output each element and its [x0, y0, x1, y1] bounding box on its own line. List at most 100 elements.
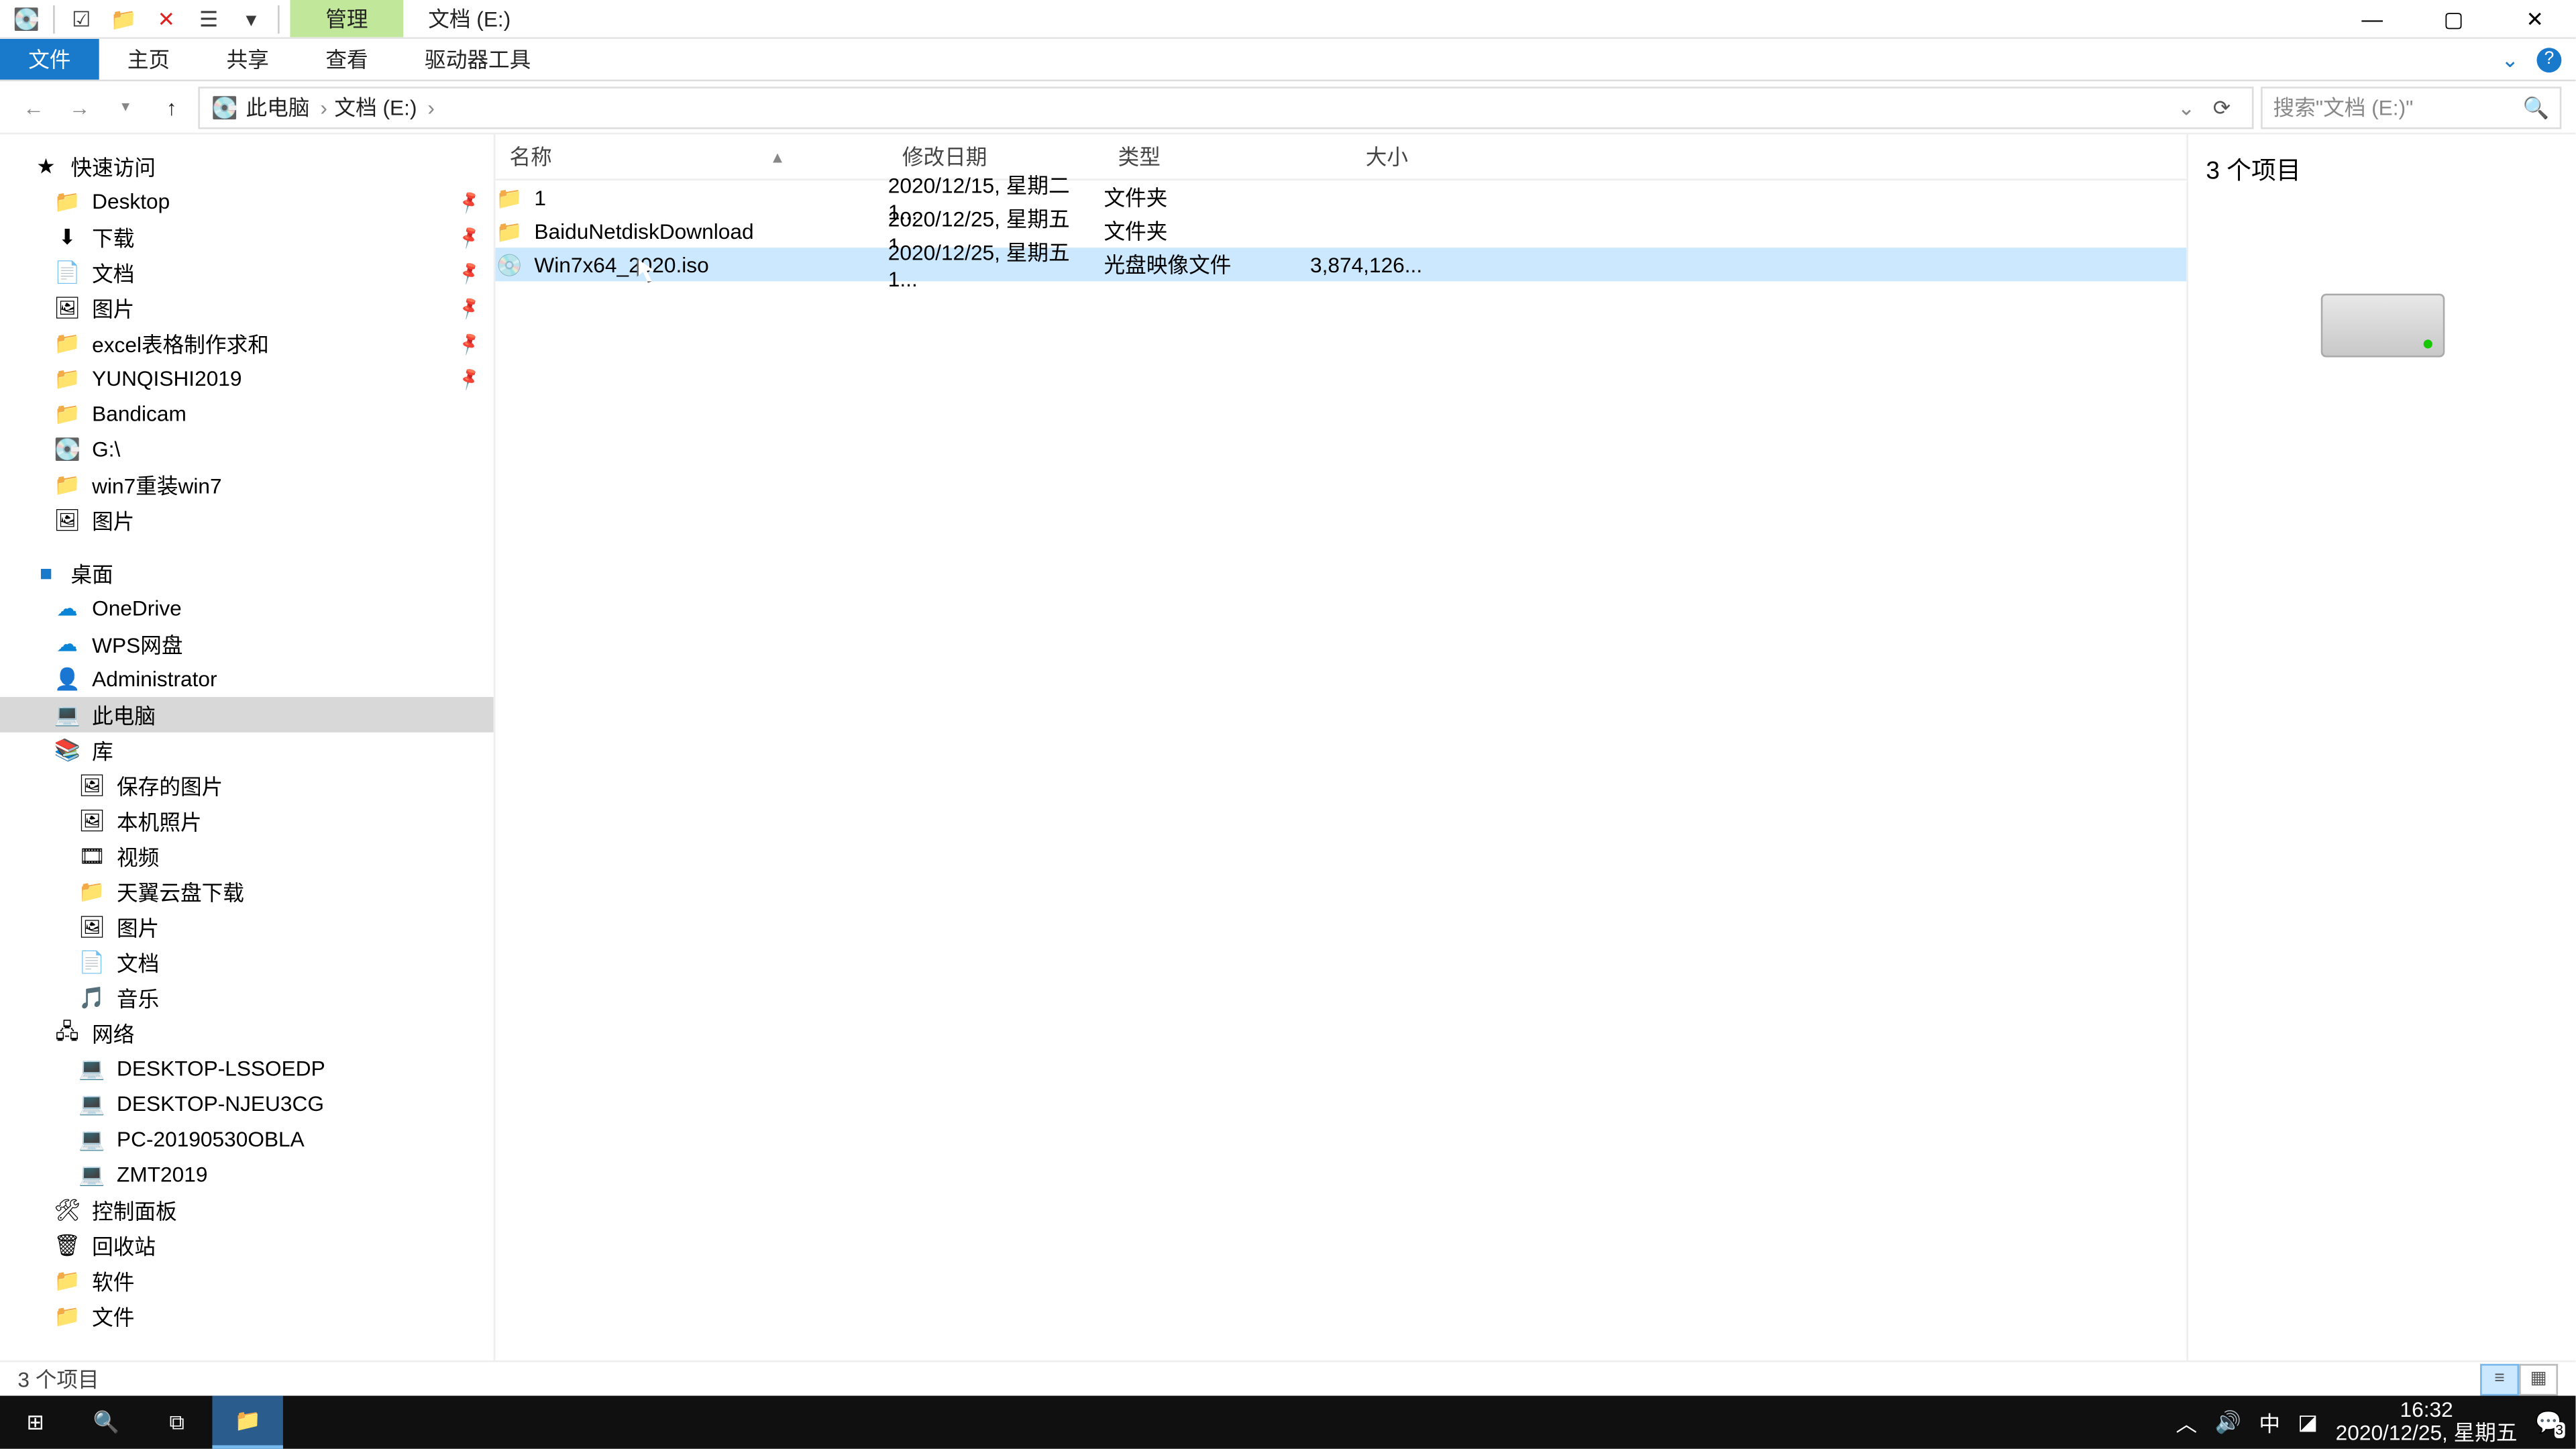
doc-icon: 📄: [78, 948, 106, 976]
tree-docs2[interactable]: 📄文档: [0, 945, 494, 980]
col-type[interactable]: 类型: [1104, 142, 1281, 172]
breadcrumb-this-pc[interactable]: 此电脑: [246, 92, 327, 122]
tree-pictures3[interactable]: 🖼图片: [0, 909, 494, 945]
ime-indicator[interactable]: 中: [2259, 1407, 2280, 1438]
tree-gdrive[interactable]: 💽G:\: [0, 431, 494, 467]
app-icon[interactable]: 💽: [11, 3, 42, 34]
tree-this-pc[interactable]: 💻此电脑: [0, 697, 494, 733]
taskbar[interactable]: ⊞ 🔍 ⧉ 📁 ︿ 🔊 中 ◪ 16:32 2020/12/25, 星期五 💬3: [0, 1396, 2575, 1449]
video-icon: 🎞: [78, 842, 106, 870]
tab-file[interactable]: 文件: [0, 39, 99, 80]
qat-props-icon[interactable]: ☰: [193, 3, 224, 34]
col-name[interactable]: 名称▲: [495, 142, 888, 172]
tree-desktop[interactable]: 📁Desktop: [0, 184, 494, 219]
address-bar[interactable]: 💽 此电脑 文档 (E:) ⌄ ⟳: [198, 86, 2253, 128]
task-view-button[interactable]: ⧉: [142, 1396, 212, 1449]
tab-share[interactable]: 共享: [198, 39, 297, 80]
tree-wps[interactable]: ☁WPS网盘: [0, 626, 494, 661]
close-button[interactable]: ✕: [2494, 0, 2575, 38]
column-headers[interactable]: 名称▲ 修改日期 类型 大小: [495, 134, 2186, 180]
system-tray[interactable]: ︿ 🔊 中 ◪ 16:32 2020/12/25, 星期五 💬3: [2176, 1399, 2575, 1446]
search-icon[interactable]: 🔍: [2522, 95, 2548, 119]
forward-button[interactable]: →: [60, 88, 99, 127]
file-list[interactable]: 名称▲ 修改日期 类型 大小 📁1 2020/12/15, 星期二 1... 文…: [495, 134, 2186, 1360]
folder-icon: 📁: [495, 217, 523, 245]
tree-soft[interactable]: 📁软件: [0, 1263, 494, 1299]
tree-recycle[interactable]: 🗑回收站: [0, 1228, 494, 1263]
qat-checkbox-icon[interactable]: ☑: [66, 3, 97, 34]
download-icon: ⬇: [53, 223, 81, 251]
tree-pictures2[interactable]: 🖼图片: [0, 502, 494, 538]
ribbon-expand-icon[interactable]: ⌄: [2502, 47, 2520, 72]
tab-home[interactable]: 主页: [99, 39, 199, 80]
tree-downloads[interactable]: ⬇下载: [0, 219, 494, 255]
tree-onedrive[interactable]: ☁OneDrive: [0, 591, 494, 627]
tree-tianyi[interactable]: 📁天翼云盘下载: [0, 874, 494, 910]
tray-clock[interactable]: 16:32 2020/12/25, 星期五: [2336, 1399, 2518, 1446]
help-icon[interactable]: ?: [2536, 47, 2561, 72]
tree-yunqishi[interactable]: 📁YUNQISHI2019: [0, 361, 494, 396]
view-icons-button[interactable]: ▦: [2519, 1363, 2558, 1395]
taskbar-search[interactable]: 🔍: [70, 1396, 141, 1449]
qat-folder-icon[interactable]: 📁: [108, 3, 140, 34]
search-box[interactable]: 搜索"文档 (E:)" 🔍: [2261, 86, 2561, 128]
ribbon-context-tab[interactable]: 管理: [290, 0, 403, 37]
file-row-selected[interactable]: 💿Win7x64_2020.iso 2020/12/25, 星期五 1... 光…: [495, 248, 2186, 281]
tree-music[interactable]: 🎵音乐: [0, 980, 494, 1016]
pc-icon: 💻: [78, 1125, 106, 1153]
breadcrumb-drive-e[interactable]: 文档 (E:): [334, 92, 434, 122]
picture-icon: 🖼: [53, 506, 81, 534]
window-title: 文档 (E:): [403, 0, 535, 37]
onedrive-icon: ☁: [53, 594, 81, 623]
tree-local-photos[interactable]: 🖼本机照片: [0, 803, 494, 839]
back-button[interactable]: ←: [14, 88, 53, 127]
maximize-button[interactable]: ▢: [2413, 0, 2494, 38]
tree-network[interactable]: 🖧网络: [0, 1016, 494, 1051]
col-date[interactable]: 修改日期: [888, 142, 1104, 172]
tab-drive-tools[interactable]: 驱动器工具: [396, 39, 559, 80]
action-center-icon[interactable]: 💬3: [2535, 1410, 2561, 1435]
taskbar-explorer[interactable]: 📁: [212, 1396, 282, 1449]
tree-pc4[interactable]: 💻ZMT2019: [0, 1157, 494, 1193]
tree-saved-pictures[interactable]: 🖼保存的图片: [0, 767, 494, 803]
tree-control-panel[interactable]: 🛠控制面板: [0, 1192, 494, 1228]
qat-close-red-icon[interactable]: ✕: [150, 3, 182, 34]
view-details-button[interactable]: ≡: [2480, 1363, 2519, 1395]
folder-icon: 📁: [53, 1267, 81, 1295]
volume-icon[interactable]: 🔊: [2215, 1410, 2241, 1435]
tree-desktop-root[interactable]: ■桌面: [0, 555, 494, 591]
navigation-tree[interactable]: ★快速访问 📁Desktop ⬇下载 📄文档 🖼图片 📁excel表格制作求和 …: [0, 134, 495, 1360]
qat-dropdown-icon[interactable]: ▾: [235, 3, 267, 34]
pc-icon: 💻: [53, 700, 81, 729]
status-bar: 3 个项目 ≡ ▦: [0, 1360, 2575, 1396]
tree-libraries[interactable]: 📚库: [0, 733, 494, 768]
file-row[interactable]: 📁BaiduNetdiskDownload 2020/12/25, 星期五 1.…: [495, 214, 2186, 248]
tray-overflow-icon[interactable]: ︿: [2176, 1407, 2197, 1438]
col-size[interactable]: 大小: [1281, 142, 1422, 172]
file-row[interactable]: 📁1 2020/12/15, 星期二 1... 文件夹: [495, 180, 2186, 214]
minimize-button[interactable]: —: [2332, 0, 2413, 38]
up-button[interactable]: ↑: [152, 88, 191, 127]
pc-icon: 💻: [78, 1161, 106, 1189]
tab-view[interactable]: 查看: [297, 39, 396, 80]
tree-pictures[interactable]: 🖼图片: [0, 290, 494, 325]
tree-win7[interactable]: 📁win7重装win7: [0, 467, 494, 502]
tree-file[interactable]: 📁文件: [0, 1299, 494, 1334]
refresh-button[interactable]: ⟳: [2202, 95, 2241, 119]
tree-quick-access[interactable]: ★快速访问: [0, 149, 494, 184]
address-dropdown-icon[interactable]: ⌄: [2178, 95, 2196, 119]
history-dropdown-icon[interactable]: ▾: [106, 88, 145, 127]
tree-excel[interactable]: 📁excel表格制作求和: [0, 325, 494, 361]
tree-bandicam[interactable]: 📁Bandicam: [0, 396, 494, 432]
tree-documents[interactable]: 📄文档: [0, 255, 494, 290]
tree-pc2[interactable]: 💻DESKTOP-NJEU3CG: [0, 1086, 494, 1122]
start-button[interactable]: ⊞: [0, 1396, 70, 1449]
tree-pc3[interactable]: 💻PC-20190530OBLA: [0, 1122, 494, 1157]
tree-pc1[interactable]: 💻DESKTOP-LSSOEDP: [0, 1051, 494, 1086]
tree-admin[interactable]: 👤Administrator: [0, 661, 494, 697]
tree-video[interactable]: 🎞视频: [0, 839, 494, 874]
pc-icon: 💻: [78, 1089, 106, 1118]
folder-icon: 📁: [53, 470, 81, 498]
tray-app-icon[interactable]: ◪: [2298, 1410, 2318, 1435]
preview-summary: 3 个项目: [2206, 152, 2301, 188]
